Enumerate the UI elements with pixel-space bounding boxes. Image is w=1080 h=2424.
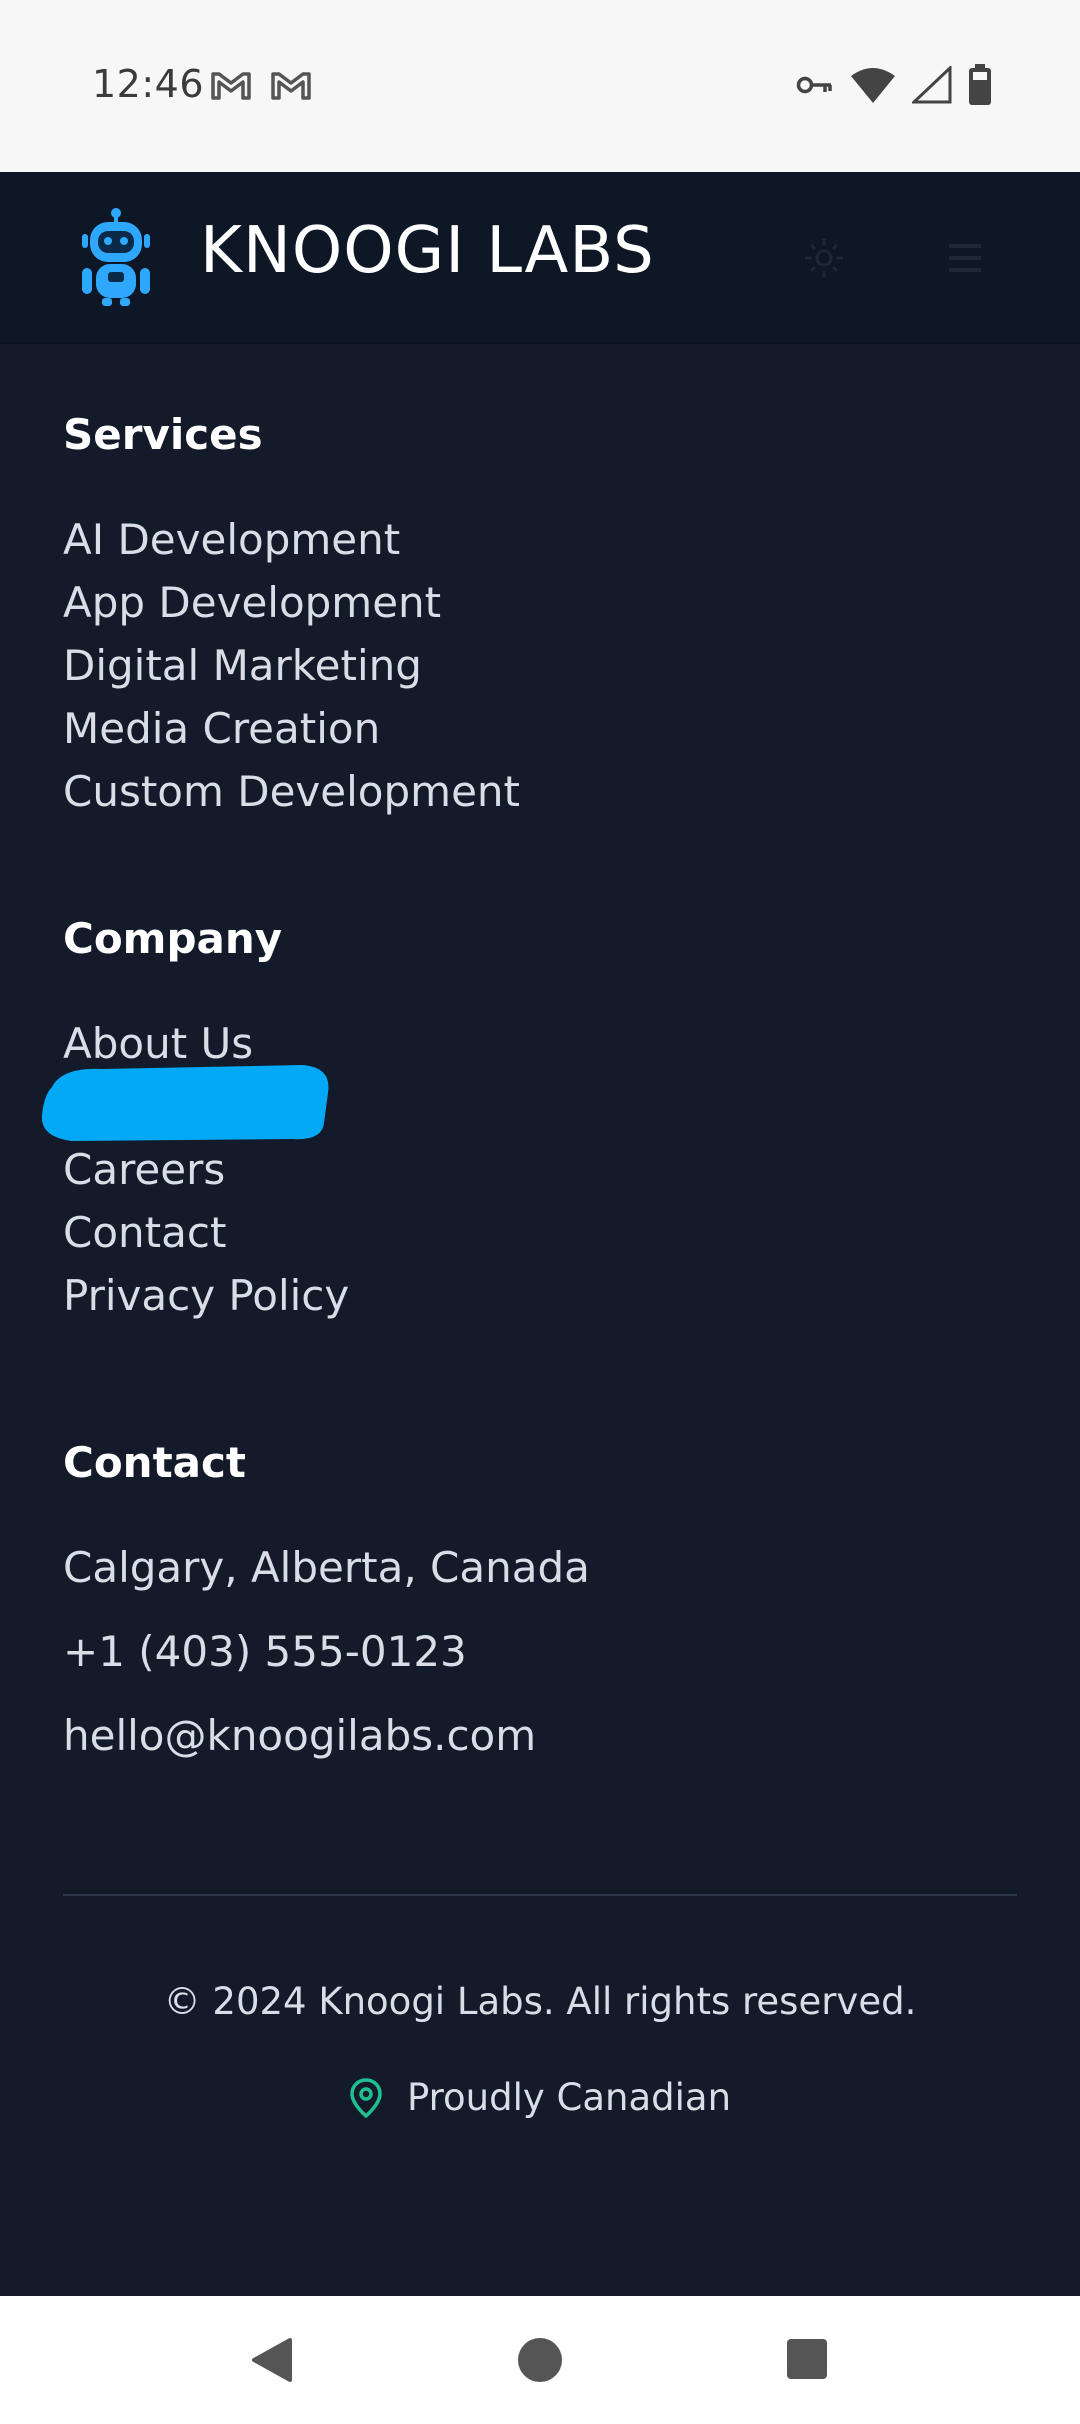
system-nav-bar [0,2296,1080,2424]
battery-icon [969,64,991,105]
services-link-digital-marketing[interactable]: Digital Marketing [63,634,520,697]
contact-email[interactable]: hello@knoogilabs.com [63,1694,590,1778]
services-list: AI Development App Development Digital M… [63,508,520,823]
services-link-ai-development[interactable]: AI Development [63,508,520,571]
contact-phone[interactable]: +1 (403) 555-0123 [63,1610,590,1694]
hamburger-menu-icon[interactable] [945,240,985,276]
proudly-canadian: Proudly Canadian [0,2076,1080,2119]
map-pin-icon [350,2077,382,2118]
brand-title[interactable]: KNOOGI LABS [200,214,655,288]
notification-icons [210,70,312,102]
services-link-media-creation[interactable]: Media Creation [63,697,520,760]
recents-icon[interactable] [786,2338,828,2380]
contact-heading: Contact [63,1438,246,1487]
redaction-mark [41,1065,329,1141]
status-time: 12:46 [92,62,205,106]
services-heading: Services [63,410,263,459]
system-icons [796,64,992,106]
cell-signal-icon [912,66,952,104]
gmail-icon [211,72,251,100]
robot-icon[interactable] [78,206,154,306]
sun-icon[interactable] [802,236,846,280]
services-link-custom-development[interactable]: Custom Development [63,760,520,823]
home-icon[interactable] [516,2336,564,2384]
contact-location: Calgary, Alberta, Canada [63,1543,590,1592]
wifi-icon [851,68,895,103]
back-icon[interactable] [248,2336,294,2384]
footer-divider [63,1894,1017,1896]
copyright-text: © 2024 Knoogi Labs. All rights reserved. [163,1980,917,2023]
status-bar: 12:46 [0,0,1080,172]
contact-list: Calgary, Alberta, Canada +1 (403) 555-01… [63,1526,590,1778]
company-link-privacy-policy[interactable]: Privacy Policy [63,1264,349,1327]
gmail-icon [271,72,311,100]
company-heading: Company [63,914,283,963]
app-header: KNOOGI LABS [0,172,1080,344]
services-link-app-development[interactable]: App Development [63,571,520,634]
company-link-contact[interactable]: Contact [63,1201,349,1264]
vpn-key-icon [796,76,832,94]
proudly-canadian-text: Proudly Canadian [406,2076,732,2119]
